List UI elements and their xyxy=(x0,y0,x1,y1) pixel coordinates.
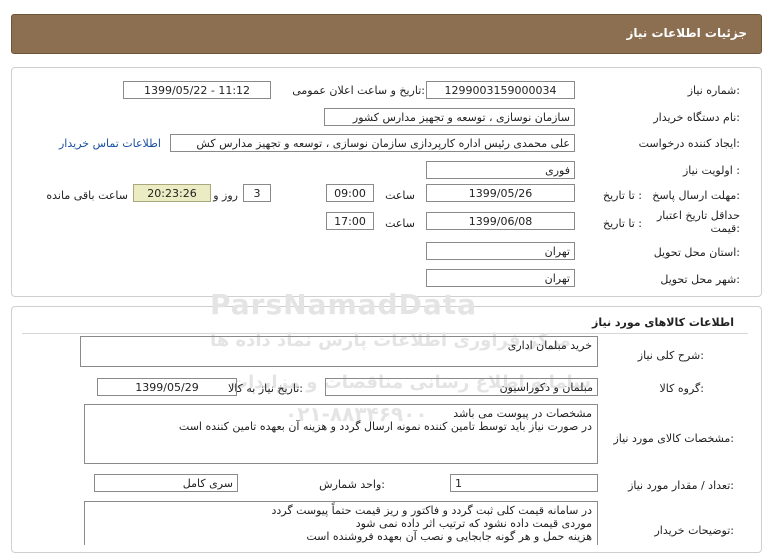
request-creator-label: ایجاد کننده درخواست: xyxy=(638,137,740,150)
watermark-brand: ParsNamadData xyxy=(210,288,477,321)
buyer-notes-line: در سامانه قیمت کلی ثبت گردد و فاکتور و ر… xyxy=(271,504,593,517)
delivery-province-field: تهران xyxy=(426,242,575,260)
buyer-contact-link[interactable]: اطلاعات تماس خریدار xyxy=(59,137,161,150)
goods-section-title: اطلاعات کالاهای مورد نیاز xyxy=(592,316,734,329)
buyer-notes-label: توضیحات خریدار: xyxy=(654,524,735,537)
need-number-field: 1299003159000034 xyxy=(426,81,575,99)
buyer-notes-line: موردی قیمت داده نشود که ترتیب اثر داده ن… xyxy=(355,517,592,530)
priority-label: اولویت نیاز : xyxy=(682,164,740,177)
specs-field: مشخصات در پیوست می باشد در صورت نیاز بای… xyxy=(84,404,598,464)
quantity-label: تعداد / مقدار مورد نیاز: xyxy=(628,479,734,492)
priority-field: فوری xyxy=(426,161,575,179)
validity-time-label: ساعت xyxy=(385,217,415,230)
need-date-label: تاریخ نیاز به کالا: xyxy=(228,382,303,395)
response-time-label: ساعت xyxy=(385,189,415,202)
remaining-time-label: ساعت باقی مانده xyxy=(46,189,128,202)
remaining-days-field: 3 xyxy=(243,184,271,202)
remaining-time-field: 20:23:26 xyxy=(133,184,211,202)
need-number-label: شماره نیاز: xyxy=(687,84,740,97)
need-details-panel xyxy=(11,67,762,297)
delivery-city-field: تهران xyxy=(426,269,575,287)
price-validity-label: حداقل تاریخ اعتبار قیمت: xyxy=(656,209,740,235)
specs-label: مشخصات کالای مورد نیاز: xyxy=(613,432,734,445)
buyer-notes-line: هزینه حمل و هر گونه جابجایی و نصب آن بعه… xyxy=(306,530,592,543)
quantity-field: 1 xyxy=(450,474,598,492)
request-creator-field: علی محمدی رئیس اداره کارپردازی سازمان نو… xyxy=(170,134,575,152)
announce-datetime-field: 1399/05/22 - 11:12 xyxy=(123,81,271,99)
buyer-notes-field: در سامانه قیمت کلی ثبت گردد و فاکتور و ر… xyxy=(84,501,598,545)
response-time-field: 09:00 xyxy=(326,184,374,202)
goods-group-field: مبلمان و دکوراسیون xyxy=(325,378,598,396)
delivery-city-label: شهر محل تحویل: xyxy=(660,273,740,286)
general-description-field: خرید مبلمان اداری xyxy=(80,336,598,367)
buyer-name-label: نام دستگاه خریدار: xyxy=(653,111,740,124)
validity-time-field: 17:00 xyxy=(326,212,374,230)
specs-line: مشخصات در پیوست می باشد xyxy=(453,407,592,420)
buyer-name-field: سازمان نوسازی ، توسعه و تجهیز مدارس کشور xyxy=(324,108,575,126)
announce-datetime-label: تاریخ و ساعت اعلان عمومی: xyxy=(292,84,425,97)
days-label: روز و xyxy=(213,189,238,202)
page-header: جزئیات اطلاعات نیاز xyxy=(11,14,762,54)
response-date-field: 1399/05/26 xyxy=(426,184,575,202)
validity-to-date-label: تا تاریخ : xyxy=(603,217,642,230)
validity-date-field: 1399/06/08 xyxy=(426,212,575,230)
delivery-province-label: استان محل تحویل: xyxy=(653,246,740,259)
page-title: جزئیات اطلاعات نیاز xyxy=(626,26,747,40)
response-deadline-label: مهلت ارسال پاسخ: xyxy=(652,189,740,202)
goods-group-label: گروه کالا: xyxy=(659,382,704,395)
unit-label: واحد شمارش: xyxy=(319,478,385,491)
need-date-field: 1399/05/29 xyxy=(97,378,237,396)
general-description-label: شرح کلی نیاز: xyxy=(637,349,704,362)
unit-field: سری کامل xyxy=(94,474,238,492)
specs-line: در صورت نیاز باید توسط تامین کننده نمونه… xyxy=(178,420,592,433)
response-to-date-label: تا تاریخ : xyxy=(603,189,642,202)
